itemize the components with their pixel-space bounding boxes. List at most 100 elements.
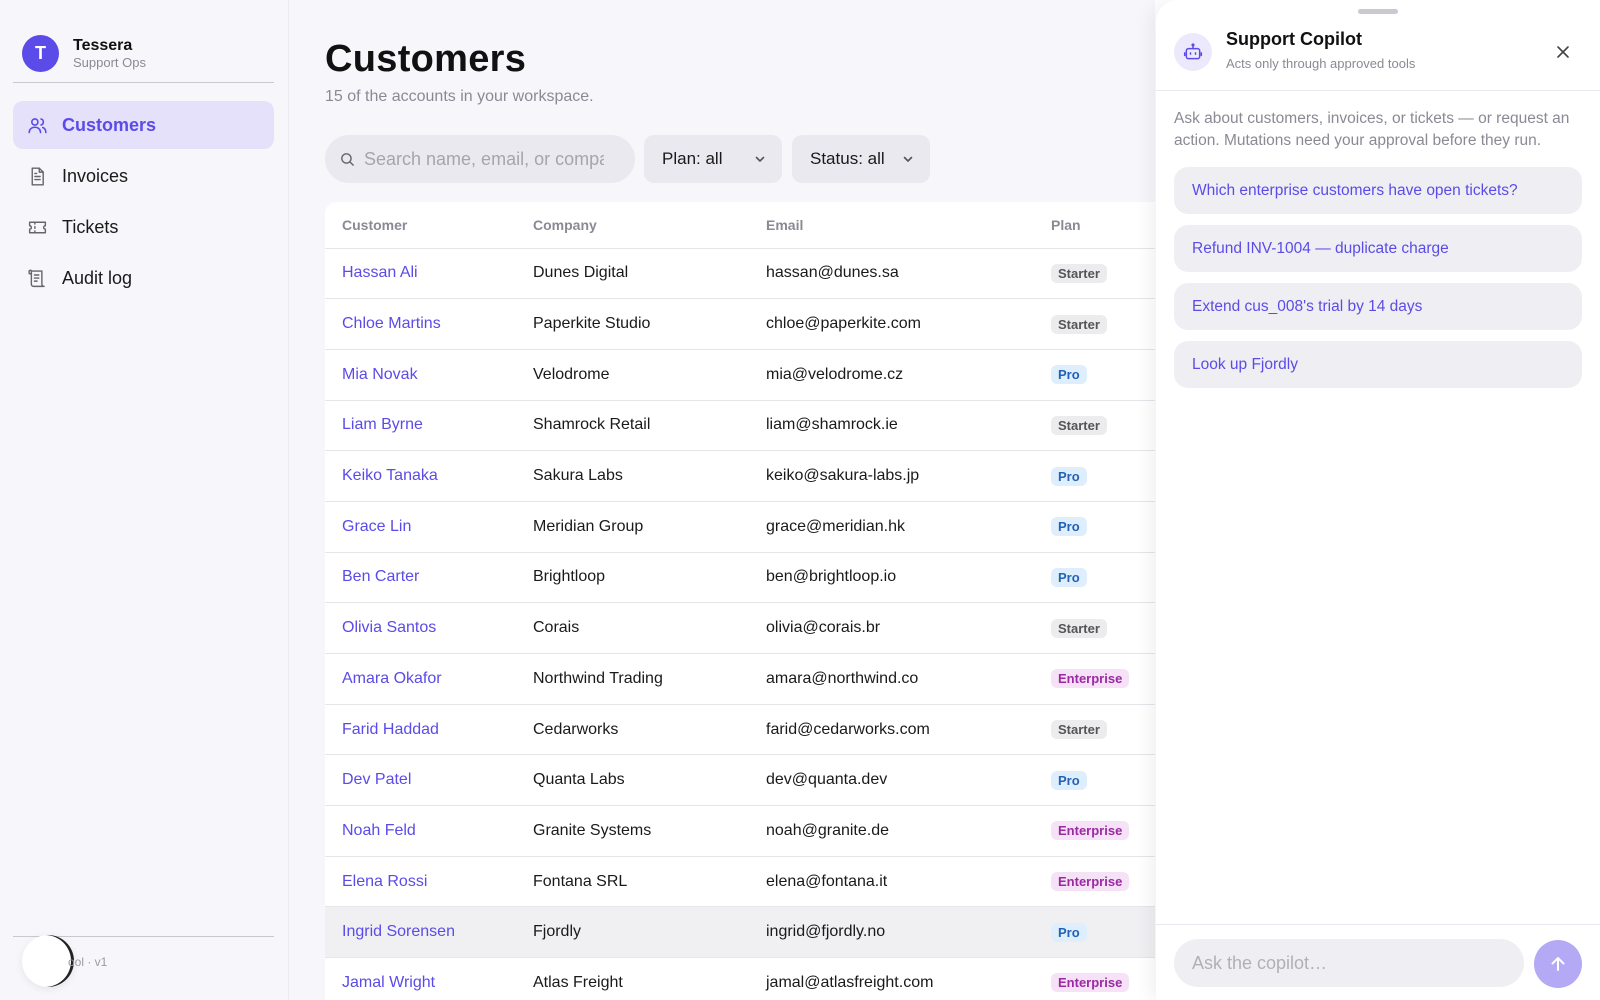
plan-cell: Pro <box>1051 754 1155 807</box>
email-cell: keiko@sakura-labs.jp <box>766 450 1051 502</box>
table-row[interactable]: Grace Lin Meridian Group grace@meridian.hk… <box>325 501 1155 553</box>
sidebar-item-label: Invoices <box>62 166 129 186</box>
page-subtitle: 15 of the accounts in your workspace. <box>325 88 594 105</box>
email-cell: farid@cedarworks.com <box>766 704 1051 756</box>
column-header-plan[interactable]: Plan <box>1051 202 1155 249</box>
sidebar-item-tickets[interactable]: Tickets <box>13 203 274 251</box>
table-row[interactable]: Olivia Santos Corais olivia@corais.br Start… <box>325 602 1155 654</box>
chevron-down-icon <box>755 156 765 162</box>
table-row[interactable]: Ingrid Sorensen Fjordly ingrid@fjordly.no P… <box>325 906 1155 959</box>
plan-cell: Pro <box>1051 552 1155 604</box>
sidebar: T Tessera Support Ops Customers Invoices… <box>0 0 289 1000</box>
copilot-panel: Support Copilot Acts only through approv… <box>1156 0 1600 1000</box>
copilot-input[interactable] <box>1174 939 1524 987</box>
customer-cell: Amara Okafor <box>325 653 533 705</box>
search-input[interactable] <box>364 148 604 170</box>
plan-badge: Enterprise <box>1051 669 1130 689</box>
customer-name-link[interactable]: Ingrid Sorensen <box>342 923 455 940</box>
email-cell: mia@velodrome.cz <box>766 349 1051 401</box>
customer-name-link[interactable]: Amara Okafor <box>342 670 442 687</box>
company-cell: Brightloop <box>533 552 766 604</box>
email-cell: jamal@atlasfreight.com <box>766 957 1051 1000</box>
send-button[interactable] <box>1534 940 1582 988</box>
plan-badge: Starter <box>1051 314 1107 334</box>
sidebar-footer: ool · v1 <box>22 935 108 987</box>
status-filter-label: Status: all <box>810 149 885 168</box>
company-cell: Quanta Labs <box>533 754 766 807</box>
plan-cell: Enterprise <box>1051 957 1155 1000</box>
plan-badge: Pro <box>1051 365 1087 385</box>
sidebar-nav: Customers Invoices Tickets Audit log <box>13 101 274 305</box>
company-cell: Granite Systems <box>533 805 766 857</box>
customers-table-container: Customer Company Email Plan Hassan Ali Du… <box>325 202 1155 1000</box>
email-cell: noah@granite.de <box>766 805 1051 857</box>
customer-name-link[interactable]: Jamal Wright <box>342 974 435 991</box>
search-box[interactable] <box>325 135 635 183</box>
plan-badge: Pro <box>1051 517 1087 537</box>
customer-name-link[interactable]: Chloe Martins <box>342 315 441 332</box>
table-row[interactable]: Farid Haddad Cedarworks farid@cedarworks.c… <box>325 704 1155 756</box>
plan-cell: Starter <box>1051 248 1155 300</box>
robot-icon <box>1183 43 1203 60</box>
customer-name-link[interactable]: Liam Byrne <box>342 416 423 433</box>
column-header-email[interactable]: Email <box>766 202 1051 249</box>
plan-badge: Pro <box>1051 567 1087 587</box>
table-row[interactable]: Hassan Ali Dunes Digital hassan@dunes.sa St… <box>325 248 1155 300</box>
email-cell: hassan@dunes.sa <box>766 248 1051 300</box>
email-cell: ingrid@fjordly.no <box>766 906 1051 959</box>
suggestion-chip[interactable]: Which enterprise customers have open tic… <box>1174 167 1582 214</box>
sidebar-item-label: Tickets <box>62 217 119 237</box>
email-cell: elena@fontana.it <box>766 856 1051 908</box>
copilot-intro: Ask about customers, invoices, or ticket… <box>1174 110 1570 149</box>
customer-name-link[interactable]: Noah Feld <box>342 822 416 839</box>
table-row[interactable]: Jamal Wright Atlas Freight jamal@atlasfrei… <box>325 957 1155 1000</box>
customer-cell: Grace Lin <box>325 501 533 553</box>
table-row[interactable]: Noah Feld Granite Systems noah@granite.de E… <box>325 805 1155 857</box>
plan-filter[interactable]: Plan: all <box>644 135 782 183</box>
suggestion-chip[interactable]: Extend cus_008's trial by 14 days <box>1174 283 1582 330</box>
customer-name-link[interactable]: Mia Novak <box>342 366 418 383</box>
status-filter[interactable]: Status: all <box>792 135 930 183</box>
table-row[interactable]: Amara Okafor Northwind Trading amara@north… <box>325 653 1155 705</box>
brand-logo: T <box>22 34 59 72</box>
customer-name-link[interactable]: Keiko Tanaka <box>342 467 438 484</box>
scroll-icon <box>28 269 45 287</box>
customer-name-link[interactable]: Dev Patel <box>342 771 411 788</box>
customer-cell: Liam Byrne <box>325 400 533 452</box>
table-row[interactable]: Ben Carter Brightloop ben@brightloop.io Pro <box>325 552 1155 604</box>
close-button[interactable] <box>1552 41 1574 63</box>
email-cell: liam@shamrock.ie <box>766 400 1051 452</box>
sidebar-item-audit-log[interactable]: Audit log <box>13 254 274 302</box>
customer-cell: Hassan Ali <box>325 248 533 300</box>
plan-badge: Enterprise <box>1051 973 1130 993</box>
plan-badge: Pro <box>1051 922 1087 942</box>
column-header-company[interactable]: Company <box>533 202 766 249</box>
search-icon <box>341 152 354 166</box>
customer-name-link[interactable]: Hassan Ali <box>342 264 418 281</box>
table-row[interactable]: Dev Patel Quanta Labs dev@quanta.dev Pro <box>325 754 1155 807</box>
column-header-customer[interactable]: Customer <box>325 202 533 249</box>
customer-name-link[interactable]: Farid Haddad <box>342 721 439 738</box>
customer-name-link[interactable]: Elena Rossi <box>342 873 427 890</box>
sidebar-item-invoices[interactable]: Invoices <box>13 152 274 200</box>
customer-cell: Noah Feld <box>325 805 533 857</box>
page-title: Customers <box>325 38 527 80</box>
customer-name-link[interactable]: Grace Lin <box>342 518 411 535</box>
table-row[interactable]: Keiko Tanaka Sakura Labs keiko@sakura-labs… <box>325 450 1155 502</box>
version-text: ool · v1 <box>68 955 108 969</box>
table-row[interactable]: Chloe Martins Paperkite Studio chloe@paper… <box>325 298 1155 350</box>
table-row[interactable]: Mia Novak Velodrome mia@velodrome.cz Pro <box>325 349 1155 401</box>
company-cell: Shamrock Retail <box>533 400 766 452</box>
sidebar-item-customers[interactable]: Customers <box>13 101 274 149</box>
suggestion-chip[interactable]: Refund INV-1004 — duplicate charge <box>1174 225 1582 272</box>
table-header-row: Customer Company Email Plan <box>325 202 1155 249</box>
customer-name-link[interactable]: Ben Carter <box>342 568 419 585</box>
suggestion-chip[interactable]: Look up Fjordly <box>1174 341 1582 388</box>
customer-name-link[interactable]: Olivia Santos <box>342 619 436 636</box>
plan-cell: Pro <box>1051 501 1155 553</box>
email-cell: dev@quanta.dev <box>766 754 1051 807</box>
table-row[interactable]: Elena Rossi Fontana SRL elena@fontana.it En… <box>325 856 1155 908</box>
table-row[interactable]: Liam Byrne Shamrock Retail liam@shamrock.i… <box>325 400 1155 452</box>
document-icon <box>31 166 44 186</box>
plan-badge: Starter <box>1051 720 1107 740</box>
